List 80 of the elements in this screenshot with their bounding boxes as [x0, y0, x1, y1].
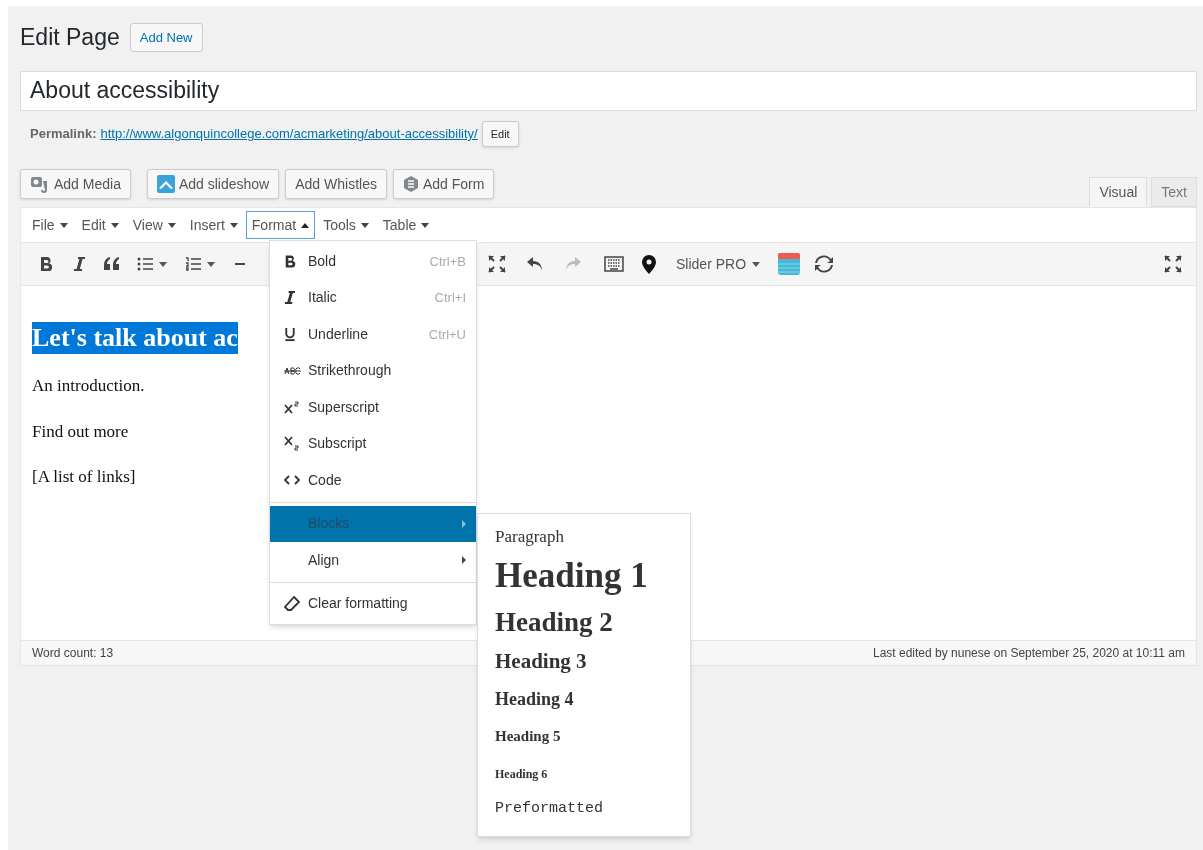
menu-item[interactable]: Format: [245, 211, 316, 239]
slider-dropdown[interactable]: Slider PRO: [676, 253, 761, 275]
format-menu-item[interactable]: Italic Ctrl+I: [270, 279, 476, 316]
format-menu-item[interactable]: Bold Ctrl+B: [270, 243, 476, 280]
edit-permalink-button[interactable]: Edit: [481, 120, 519, 147]
menu-item[interactable]: View: [126, 211, 182, 239]
quote-icon[interactable]: [103, 257, 121, 271]
permalink-label: Permalink:: [30, 125, 97, 143]
media-button[interactable]: Add Form: [392, 169, 495, 199]
caret-icon: [229, 222, 238, 228]
code-icon: [284, 475, 300, 486]
block-format-item[interactable]: Heading 2: [478, 602, 690, 642]
format-menu-item[interactable]: Subscript: [270, 425, 476, 462]
caret-icon: [752, 261, 761, 267]
refresh-icon[interactable]: [814, 255, 835, 273]
format-menu-item[interactable]: Superscript: [270, 389, 476, 426]
numbered-list-icon[interactable]: [185, 257, 201, 271]
block-format-item[interactable]: Heading 4: [478, 681, 690, 718]
content-heading: Let's talk about ac: [32, 322, 238, 354]
fullscreen-icon[interactable]: [1164, 255, 1182, 273]
media-button[interactable]: Add Whistles: [285, 169, 387, 199]
media-button[interactable]: Add slideshow: [146, 169, 280, 199]
block-format-item[interactable]: Heading 5: [478, 718, 690, 755]
underline-icon: [284, 326, 296, 342]
strikethrough-icon: [284, 366, 301, 375]
editor-tab[interactable]: Text: [1151, 177, 1197, 207]
caret-icon: [421, 222, 430, 228]
bold-icon: [284, 253, 296, 269]
caret-icon: [59, 222, 68, 228]
keyboard-icon[interactable]: [604, 256, 624, 272]
shortcut-text: Ctrl+B: [429, 252, 466, 271]
caret-icon: [110, 222, 119, 228]
permalink-link[interactable]: http://www.algonquincollege.com/acmarketing/about-accessibility/: [100, 124, 478, 144]
bullet-list-icon[interactable]: [137, 257, 153, 271]
caret-up-icon: [301, 222, 310, 228]
last-edited-text: Last edited by nunese on September 25, 2020 at 10:11 am: [873, 645, 1185, 662]
slideshow-icon: [156, 175, 175, 193]
media-button[interactable]: Add Media: [20, 169, 131, 199]
subscript-icon: [284, 436, 299, 452]
form-icon: [402, 176, 419, 192]
eraser-icon: [284, 595, 300, 612]
menu-item[interactable]: Insert: [183, 211, 244, 239]
media-icon: [30, 175, 50, 193]
editor-tab[interactable]: Visual: [1089, 177, 1148, 207]
menu-item[interactable]: Tools: [317, 211, 375, 239]
italic-icon: [284, 290, 295, 306]
content-paragraph: Find out more: [32, 420, 129, 443]
caret-icon: [159, 261, 167, 267]
format-menu-item[interactable]: Align: [270, 542, 476, 579]
calendar-icon[interactable]: [778, 253, 801, 275]
block-format-item[interactable]: Paragraph: [478, 524, 690, 550]
content-paragraph: An introduction.: [32, 375, 145, 397]
caret-icon: [207, 261, 215, 267]
caret-icon: [167, 222, 176, 228]
menu-item[interactable]: Edit: [75, 211, 125, 239]
content-paragraph: [A list of links]: [32, 466, 136, 488]
word-count: Word count: 13: [32, 645, 114, 662]
page-title: Edit Page: [20, 23, 120, 52]
title-field[interactable]: About accessibility: [20, 70, 1197, 111]
shortcut-text: Ctrl+U: [428, 325, 466, 344]
fullscreen-icon[interactable]: [488, 255, 506, 273]
italic-icon[interactable]: [73, 256, 85, 272]
block-format-item[interactable]: Preformatted: [478, 792, 690, 826]
format-menu-item[interactable]: Underline Ctrl+U: [270, 316, 476, 353]
horizontal-line-icon[interactable]: [235, 262, 245, 266]
format-menu-item[interactable]: Code: [270, 462, 476, 499]
superscript-icon: [284, 400, 299, 414]
shortcut-text: Ctrl+I: [434, 289, 466, 307]
block-format-item[interactable]: Heading 1: [478, 550, 690, 602]
caret-icon: [360, 222, 369, 228]
block-format-item[interactable]: Heading 3: [478, 642, 690, 681]
undo-icon[interactable]: [526, 255, 544, 273]
block-format-item[interactable]: Heading 6: [478, 755, 690, 792]
bold-icon[interactable]: [39, 256, 53, 272]
menu-item[interactable]: Table: [376, 211, 436, 239]
menu-item[interactable]: File: [26, 211, 74, 239]
format-menu-item[interactable]: Strikethrough: [270, 352, 476, 389]
add-new-button[interactable]: Add New: [129, 22, 203, 52]
map-pin-icon[interactable]: [642, 254, 656, 274]
format-menu-item[interactable]: Clear formatting: [270, 585, 476, 622]
